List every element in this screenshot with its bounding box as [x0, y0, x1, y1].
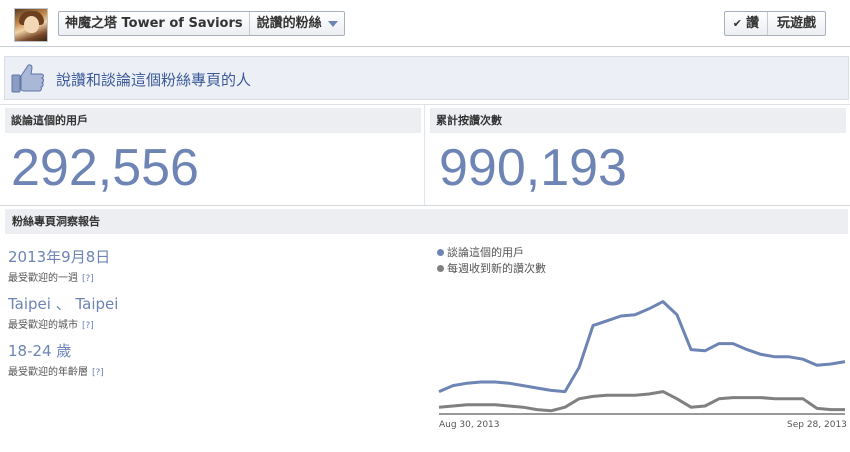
help-link[interactable]: [?]: [82, 274, 94, 284]
thumbs-up-icon: [11, 64, 44, 93]
chevron-down-icon: [327, 20, 338, 27]
talking-about-panel: 談論這個的用戶 292,556: [0, 105, 425, 205]
legend-item-likes: 每週收到新的讚次數: [437, 260, 546, 276]
help-link[interactable]: [?]: [82, 321, 94, 331]
page-type-dropdown[interactable]: 說讚的粉絲: [250, 12, 344, 35]
legend-label: 談論這個的用戶: [447, 246, 524, 259]
chart-legend: 談論這個的用戶 每週收到新的讚次數: [437, 244, 546, 276]
talking-about-label: 談論這個的用戶: [5, 108, 421, 133]
help-link[interactable]: [?]: [92, 368, 104, 378]
people-header: 說讚和談論這個粉絲專頁的人: [4, 56, 849, 100]
legend-label: 每週收到新的讚次數: [447, 262, 546, 275]
legend-dot: [437, 264, 444, 272]
page-type-label: 說讚的粉絲: [256, 16, 322, 31]
play-game-button[interactable]: 玩遊戲: [768, 12, 825, 35]
popular-week-value[interactable]: 2013年9月8日: [8, 246, 110, 267]
popular-city-label: 最受歡迎的城市: [8, 320, 78, 331]
page-actions: ✔ 讚 玩遊戲: [723, 11, 826, 36]
top-bar: 神魔之塔 Tower of Saviors 說讚的粉絲 ✔ 讚 玩遊戲: [0, 0, 850, 47]
popular-age-label: 最受歡迎的年齡層: [8, 367, 88, 378]
x-tick-label-start: Aug 30, 2013: [439, 420, 500, 430]
legend-item-talking: 談論這個的用戶: [437, 244, 546, 260]
x-tick-label-end: Sep 28, 2013: [787, 420, 847, 430]
page-avatar[interactable]: [14, 8, 48, 42]
popular-week-caption: 最受歡迎的一週 [?]: [8, 269, 110, 284]
talking-about-value[interactable]: 292,556: [11, 138, 199, 198]
insights-section: 粉絲專頁洞察報告 2013年9月8日 最受歡迎的一週 [?] Taipei 、 T…: [0, 206, 850, 452]
like-button[interactable]: ✔ 讚: [725, 12, 768, 35]
page-selector[interactable]: 神魔之塔 Tower of Saviors 說讚的粉絲: [58, 11, 345, 36]
insights-label: 粉絲專頁洞察報告: [5, 209, 848, 234]
page-name-button[interactable]: 神魔之塔 Tower of Saviors: [59, 12, 250, 35]
popular-city-caption: 最受歡迎的城市 [?]: [8, 316, 118, 331]
insight-popular-week: 2013年9月8日 最受歡迎的一週 [?]: [8, 246, 110, 284]
check-icon: ✔: [732, 17, 742, 30]
total-likes-panel: 累計按讚次數 990,193: [426, 105, 850, 205]
total-likes-value[interactable]: 990,193: [439, 138, 627, 198]
popular-age-value[interactable]: 18-24 歲: [8, 340, 104, 361]
like-label: 讚: [745, 16, 759, 31]
insight-popular-age: 18-24 歲 最受歡迎的年齡層 [?]: [8, 340, 104, 378]
insight-popular-city: Taipei 、 Taipei 最受歡迎的城市 [?]: [8, 293, 118, 331]
popular-age-caption: 最受歡迎的年齡層 [?]: [8, 363, 104, 378]
popular-week-label: 最受歡迎的一週: [8, 273, 78, 284]
legend-dot: [437, 248, 444, 256]
insights-line-chart[interactable]: [436, 284, 848, 434]
series-line-1[interactable]: [438, 390, 845, 413]
series-line-0[interactable]: [438, 300, 846, 394]
page-title: 說讚和談論這個粉絲專頁的人: [56, 71, 252, 89]
popular-city-value[interactable]: Taipei 、 Taipei: [8, 293, 118, 314]
total-likes-label: 累計按讚次數: [430, 108, 846, 133]
header-band: 說讚和談論這個粉絲專頁的人: [0, 47, 850, 105]
avatar-face: [24, 16, 39, 33]
